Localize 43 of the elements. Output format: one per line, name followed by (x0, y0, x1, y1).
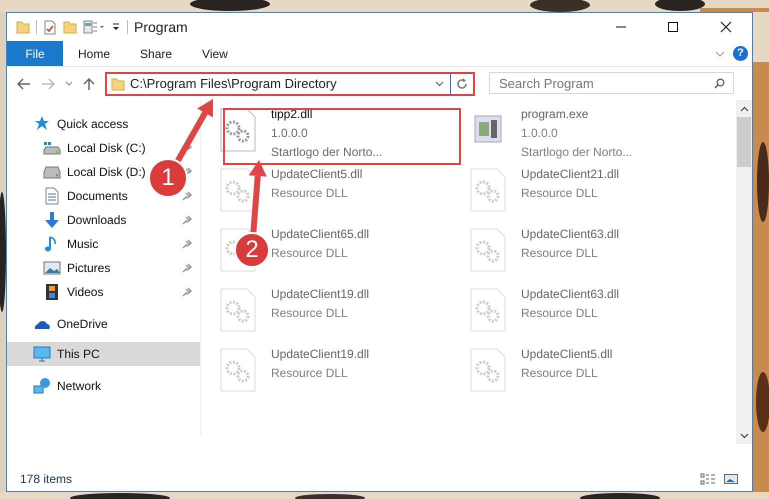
file-detail: Resource DLL (521, 185, 599, 202)
file-detail: Resource DLL (521, 365, 599, 382)
file-detail: Startlogo der Norto... (521, 144, 632, 161)
ribbon-tab[interactable]: Share (125, 41, 188, 66)
nav-item[interactable]: Network (7, 374, 104, 398)
nav-item[interactable]: Downloads (7, 208, 128, 232)
item-count: 178 items (20, 470, 72, 488)
nav-item[interactable]: Local Disk (C:) (7, 136, 148, 160)
file-detail: Resource DLL (271, 245, 349, 262)
nav-item[interactable]: Videos (7, 280, 106, 304)
file-detail: Resource DLL (271, 305, 349, 322)
file-detail: Resource DLL (521, 245, 599, 262)
file-name[interactable]: UpdateClient65.dll (271, 225, 370, 244)
nav-item[interactable]: Quick access (7, 112, 130, 136)
ribbon-tab[interactable]: View (187, 41, 243, 66)
nav-item[interactable]: This PC (7, 342, 200, 366)
help-button[interactable]: ? (733, 46, 748, 61)
window-title: Program (134, 18, 188, 37)
file-detail: Resource DLL (271, 365, 349, 382)
nav-item[interactable]: Music (7, 232, 100, 256)
file-detail: 1.0.0.0 (271, 125, 309, 142)
file-name[interactable]: program.exe (521, 105, 632, 124)
nav-item[interactable]: OneDrive (7, 312, 110, 336)
address-path: C:\Program Files\Program Directory (130, 74, 337, 93)
address-bar[interactable]: C:\Program Files\Program Directory (105, 72, 475, 96)
file-name[interactable]: UpdateClient21.dll (521, 165, 620, 184)
nav-item[interactable]: Documents (7, 184, 130, 208)
file-name[interactable]: UpdateClient63.dll (521, 225, 620, 244)
file-detail: 1.0.0.0 (521, 125, 559, 142)
file-name[interactable]: UpdateClient19.dll (271, 285, 370, 304)
ribbon-tab[interactable]: Home (63, 41, 126, 66)
file-menu-button[interactable]: File (7, 41, 63, 66)
file-name[interactable]: UpdateClient5.dll (521, 345, 612, 364)
file-name[interactable]: UpdateClient5.dll (271, 165, 362, 184)
file-detail: Resource DLL (521, 305, 599, 322)
file-name[interactable]: UpdateClient19.dll (271, 345, 370, 364)
nav-item[interactable]: Pictures (7, 256, 112, 280)
file-name[interactable]: UpdateClient63.dll (521, 285, 620, 304)
search-field[interactable]: Search Program (489, 72, 734, 94)
file-name[interactable]: tipp2.dll (271, 105, 382, 124)
nav-item[interactable]: Local Disk (D:) (7, 160, 148, 184)
file-detail: Resource DLL (271, 185, 349, 202)
file-detail: Startlogo der Norto... (271, 144, 382, 161)
